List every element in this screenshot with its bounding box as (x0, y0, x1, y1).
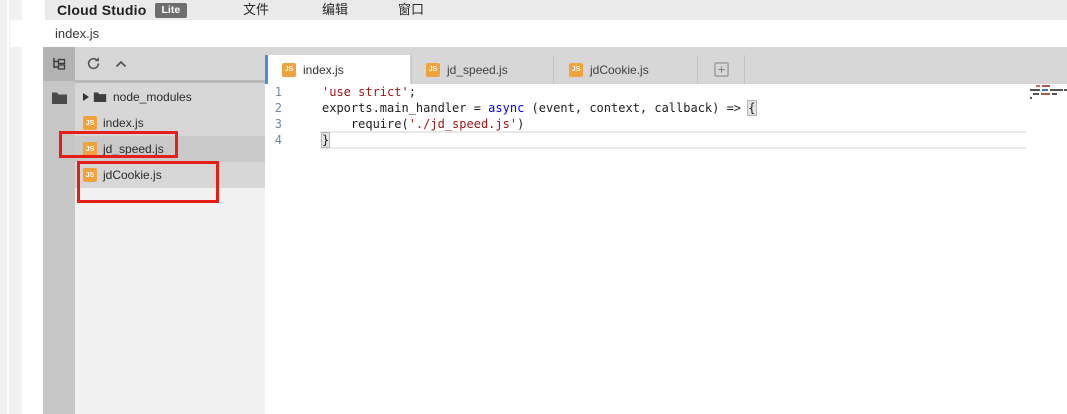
tree-item-jd-speed-js[interactable]: JS jd_speed.js (75, 136, 265, 162)
caret-right-icon[interactable] (81, 92, 90, 102)
collapse-panel-button[interactable] (114, 58, 128, 70)
js-file-icon: JS (569, 63, 583, 77)
explorer-activity-button[interactable] (43, 47, 75, 81)
app-logo: Cloud Studio (57, 2, 147, 18)
file-explorer: node_modules JS index.js JS jd_speed.js … (75, 47, 265, 414)
tree-item-label: jdCookie.js (103, 168, 162, 182)
minimap-segment (1042, 89, 1048, 91)
tab-label: jdCookie.js (590, 63, 649, 77)
tab-label: index.js (303, 63, 344, 77)
new-tab-button[interactable] (698, 55, 745, 84)
page-margin-strip-inner (9, 0, 22, 414)
tree-item-label: node_modules (113, 90, 192, 104)
js-file-icon: JS (83, 116, 97, 130)
lite-badge: Lite (155, 3, 188, 18)
code-line-1: 'use strict'; (322, 84, 416, 100)
tree-outline-icon (51, 56, 67, 72)
line-number: 2 (265, 100, 282, 116)
folder-activity-button[interactable] (43, 81, 75, 115)
js-file-icon: JS (282, 63, 296, 77)
explorer-toolbar (75, 47, 265, 80)
line-number: 4 (265, 132, 282, 148)
minimap[interactable] (1030, 85, 1067, 100)
tab-bar: JS index.js JS jd_speed.js JS jdCookie.j… (265, 47, 1067, 84)
minimap-segment (1030, 97, 1032, 99)
tree-item-node-modules[interactable]: node_modules (75, 84, 265, 110)
js-file-icon: JS (83, 168, 97, 182)
tree-item-index-js[interactable]: JS index.js (75, 110, 265, 136)
window-title: index.js (10, 20, 1067, 47)
minimap-segment (1042, 85, 1050, 87)
folder-icon (51, 91, 68, 105)
tree-item-label: index.js (103, 116, 144, 130)
minimap-segment (1041, 93, 1050, 95)
tab-jdcookie-js[interactable]: JS jdCookie.js (555, 55, 698, 84)
folder-icon (93, 91, 107, 103)
activity-bar (43, 47, 75, 414)
code-line-2: exports.main_handler = async (event, con… (322, 100, 756, 116)
tab-label: jd_speed.js (447, 63, 508, 77)
minimap-segment (1033, 93, 1039, 95)
line-number: 3 (265, 116, 282, 132)
tab-index-js[interactable]: JS index.js (265, 55, 410, 84)
cloud-studio-window: Cloud Studio Lite 文件 编辑 窗口 index.js (0, 0, 1067, 414)
active-tab-indicator (265, 55, 268, 84)
minimap-segment (1050, 89, 1063, 91)
explorer-toolbar-separator (75, 80, 265, 83)
minimap-segment (1030, 89, 1040, 91)
js-file-icon: JS (83, 142, 97, 156)
menu-bar: Cloud Studio Lite 文件 编辑 窗口 (45, 0, 1067, 20)
menu-edit[interactable]: 编辑 (322, 0, 348, 20)
minimap-segment (1036, 85, 1040, 87)
current-line-border-bottom (320, 147, 1027, 149)
tab-jd-speed-js[interactable]: JS jd_speed.js (411, 55, 554, 84)
plus-square-icon (714, 62, 729, 77)
tree-item-jdcookie-js[interactable]: JS jdCookie.js (75, 162, 265, 188)
refresh-button[interactable] (86, 56, 101, 71)
minimap-segment (1052, 93, 1057, 95)
menu-window[interactable]: 窗口 (398, 0, 424, 20)
code-line-3: require('./jd_speed.js') (322, 116, 524, 132)
code-editor[interactable]: 1 2 3 4 'use strict'; exports.main_handl… (265, 84, 1067, 414)
js-file-icon: JS (426, 63, 440, 77)
line-number: 1 (265, 84, 282, 100)
page-margin-strip-left (0, 0, 7, 414)
window-title-bar: index.js (10, 20, 1067, 47)
menu-file[interactable]: 文件 (243, 0, 269, 20)
tree-item-label: jd_speed.js (103, 142, 164, 156)
code-line-4: } (322, 132, 329, 148)
